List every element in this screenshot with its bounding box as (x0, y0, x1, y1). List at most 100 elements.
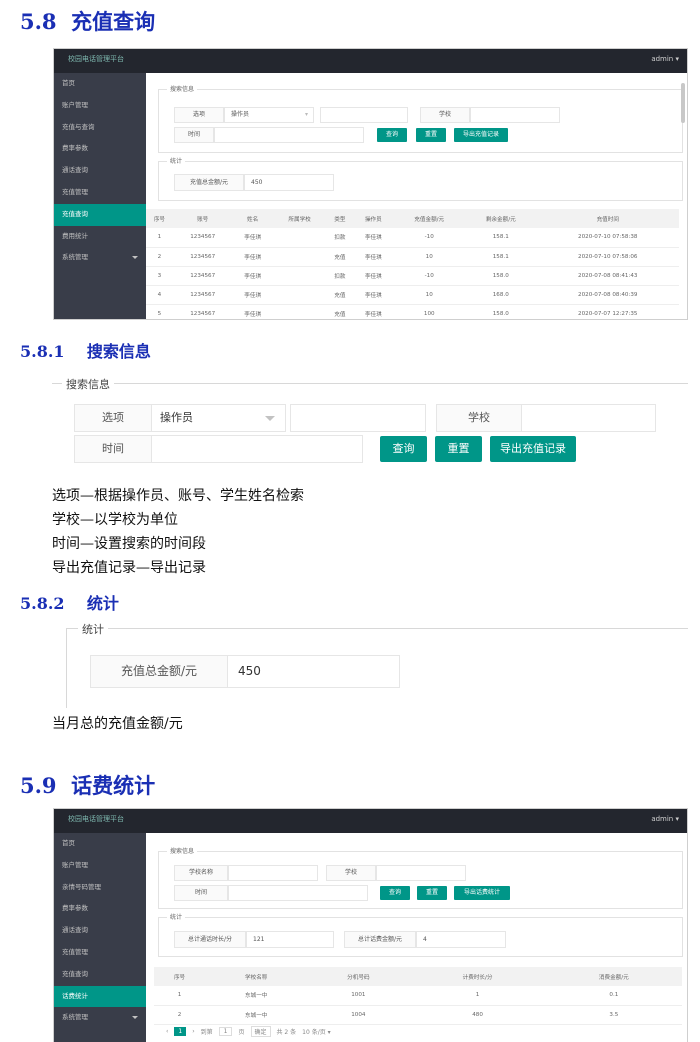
sidebar-item-family-numbers[interactable]: 亲情号码管理 (54, 877, 146, 899)
table-cell: 充值 (326, 304, 354, 319)
desc-line: 时间—设置搜索的时间段 (52, 536, 206, 552)
sidebar-item-recharge-manage[interactable]: 充值管理 (54, 942, 146, 964)
time-input[interactable] (214, 127, 364, 143)
sidebar-item-calls[interactable]: 通话查询 (54, 920, 146, 942)
query-button[interactable]: 查询 (377, 128, 407, 142)
prev-page-icon[interactable]: ‹ (166, 1028, 168, 1035)
reset-button[interactable]: 重置 (435, 436, 482, 462)
column-header: 类型 (326, 209, 354, 228)
option-label: 选项 (174, 107, 224, 123)
school-label: 学校 (420, 107, 470, 123)
sidebar-item-rates[interactable]: 费率参数 (54, 898, 146, 920)
export-recharge-button[interactable]: 导出充值记录 (490, 436, 576, 462)
table-cell: 2 (154, 1005, 206, 1025)
keyword-input[interactable] (290, 404, 426, 432)
next-page-icon[interactable]: › (192, 1028, 194, 1035)
table-cell: 李佳琪 (353, 285, 394, 305)
sidebar: 首页 账户管理 充值与查询 费率参数 通话查询 充值管理 充值查询 费用统计 系… (54, 73, 146, 319)
reset-button[interactable]: 重置 (417, 886, 447, 900)
school-label: 学校 (436, 404, 522, 432)
stat-value: 450 (227, 655, 400, 688)
stat-legend: 统计 (167, 912, 186, 921)
sidebar-item-calls[interactable]: 通话查询 (54, 160, 146, 182)
column-header: 充值金额/元 (393, 209, 465, 228)
desc-582: 当月总的充值金额/元 (52, 716, 183, 732)
sidebar-item-fee-stats[interactable]: 费用统计 (54, 226, 146, 248)
table-cell: 5 (146, 304, 173, 319)
section-number: 5.9 (20, 773, 57, 798)
table-row: 3 1234567 李佳琪 扣款 李佳琪 -10 158.0 2020-07-08 08:41… (146, 266, 679, 286)
table-cell: 2020-07-08 08:41:43 (536, 266, 679, 286)
recharge-table: 序号 账号 姓名 所属学校 类型 操作员 充值金额/元 剩余金额/元 充值时间 … (146, 209, 679, 319)
sidebar-item-home[interactable]: 首页 (54, 73, 146, 95)
table-row: 5 1234567 李佳琪 充值 李佳琪 100 158.0 2020-07-07 12:27… (146, 304, 679, 319)
export-fee-button[interactable]: 导出话费统计 (454, 886, 510, 900)
column-header: 操作员 (353, 209, 394, 228)
table-cell: 李佳琪 (353, 228, 394, 248)
user-menu[interactable]: admin ▾ (651, 55, 679, 63)
sidebar-item-system[interactable]: 系统管理 (54, 247, 146, 269)
school-name-input[interactable] (228, 865, 318, 881)
table-cell: 李佳琪 (353, 304, 394, 319)
sidebar-item-recharge-query[interactable]: 充值查询 (54, 203, 146, 226)
option-select-value: 操作员 (160, 411, 193, 424)
fee-stats-table: 序号 学校名称 分机号码 计费时长/分 消费金额/元 1 东城一中 1001 1 0.1… (154, 967, 682, 1025)
sidebar-item-recharge-lookup[interactable]: 充值与查询 (54, 117, 146, 139)
section-5-8-2-heading: 5.8.2 统计 (20, 590, 119, 614)
table-cell: 158.0 (465, 266, 537, 286)
section-number: 5.8 (20, 9, 57, 34)
query-button[interactable]: 查询 (380, 886, 410, 900)
stat-legend: 统计 (167, 156, 186, 165)
time-input[interactable] (228, 885, 368, 901)
page-current[interactable]: 1 (174, 1027, 187, 1036)
table-row: 2 1234567 李佳琪 充值 李佳琪 10 158.1 2020-07-10 07:58:… (146, 247, 679, 267)
export-button[interactable]: 导出充值记录 (454, 128, 508, 142)
sidebar-item-accounts[interactable]: 账户管理 (54, 855, 146, 877)
table-cell: 1001 (307, 986, 410, 1006)
page-size-select[interactable]: 10 条/页 ▾ (302, 1027, 331, 1036)
table-cell: 1 (154, 986, 206, 1006)
sidebar-item-recharge-manage[interactable]: 充值管理 (54, 182, 146, 204)
table-cell: 1234567 (172, 285, 233, 305)
query-button[interactable]: 查询 (380, 436, 427, 462)
school-input[interactable] (521, 404, 656, 432)
table-cell: 1 (146, 228, 173, 248)
goto-confirm-button[interactable]: 确定 (250, 1026, 271, 1037)
section-title: 统计 (86, 594, 119, 613)
time-input[interactable] (151, 435, 363, 463)
time-label: 时间 (74, 435, 152, 463)
sidebar-item-system[interactable]: 系统管理 (54, 1007, 146, 1029)
table-cell (272, 304, 327, 319)
sidebar-item-accounts[interactable]: 账户管理 (54, 95, 146, 117)
search-legend: 搜索信息 (167, 846, 198, 855)
school-input[interactable] (376, 865, 466, 881)
table-row: 1 东城一中 1001 1 0.1 (154, 986, 682, 1006)
app-topbar: 校园电话管理平台 admin ▾ (54, 809, 687, 833)
user-menu[interactable]: admin ▾ (651, 815, 679, 823)
fee-stats-screenshot: 校园电话管理平台 admin ▾ 首页 账户管理 亲情号码管理 费率参数 通话查… (53, 808, 688, 1042)
table-cell: 1234567 (172, 266, 233, 286)
total-duration-label: 总计通话时长/分 (174, 931, 246, 948)
goto-input[interactable]: 1 (218, 1027, 233, 1036)
sidebar-item-recharge-query[interactable]: 充值查询 (54, 964, 146, 986)
reset-button[interactable]: 重置 (416, 128, 446, 142)
option-select[interactable]: 操作员 (151, 404, 286, 432)
school-input[interactable] (470, 107, 560, 123)
scrollbar[interactable] (681, 83, 685, 123)
keyword-input[interactable] (320, 107, 408, 123)
table-cell: 2020-07-10 07:58:06 (536, 247, 679, 267)
sidebar-item-home[interactable]: 首页 (54, 833, 146, 855)
sidebar-item-rates[interactable]: 费率参数 (54, 138, 146, 160)
table-cell: 李佳琪 (232, 266, 273, 286)
table-cell: 充值 (326, 285, 354, 305)
sidebar-item-fee-stats[interactable]: 话费统计 (54, 985, 146, 1008)
section-5-8-heading: 5.8 充值查询 (20, 6, 155, 36)
table-cell: 1234567 (172, 228, 233, 248)
column-header: 姓名 (232, 209, 273, 228)
table-cell (272, 228, 327, 248)
section-number: 5.8.1 (20, 342, 65, 361)
table-cell: -10 (393, 266, 465, 286)
search-form-legend: 搜索信息 (62, 376, 114, 392)
option-select[interactable]: 操作员 ▾ (224, 107, 314, 123)
table-cell: 4 (146, 285, 173, 305)
